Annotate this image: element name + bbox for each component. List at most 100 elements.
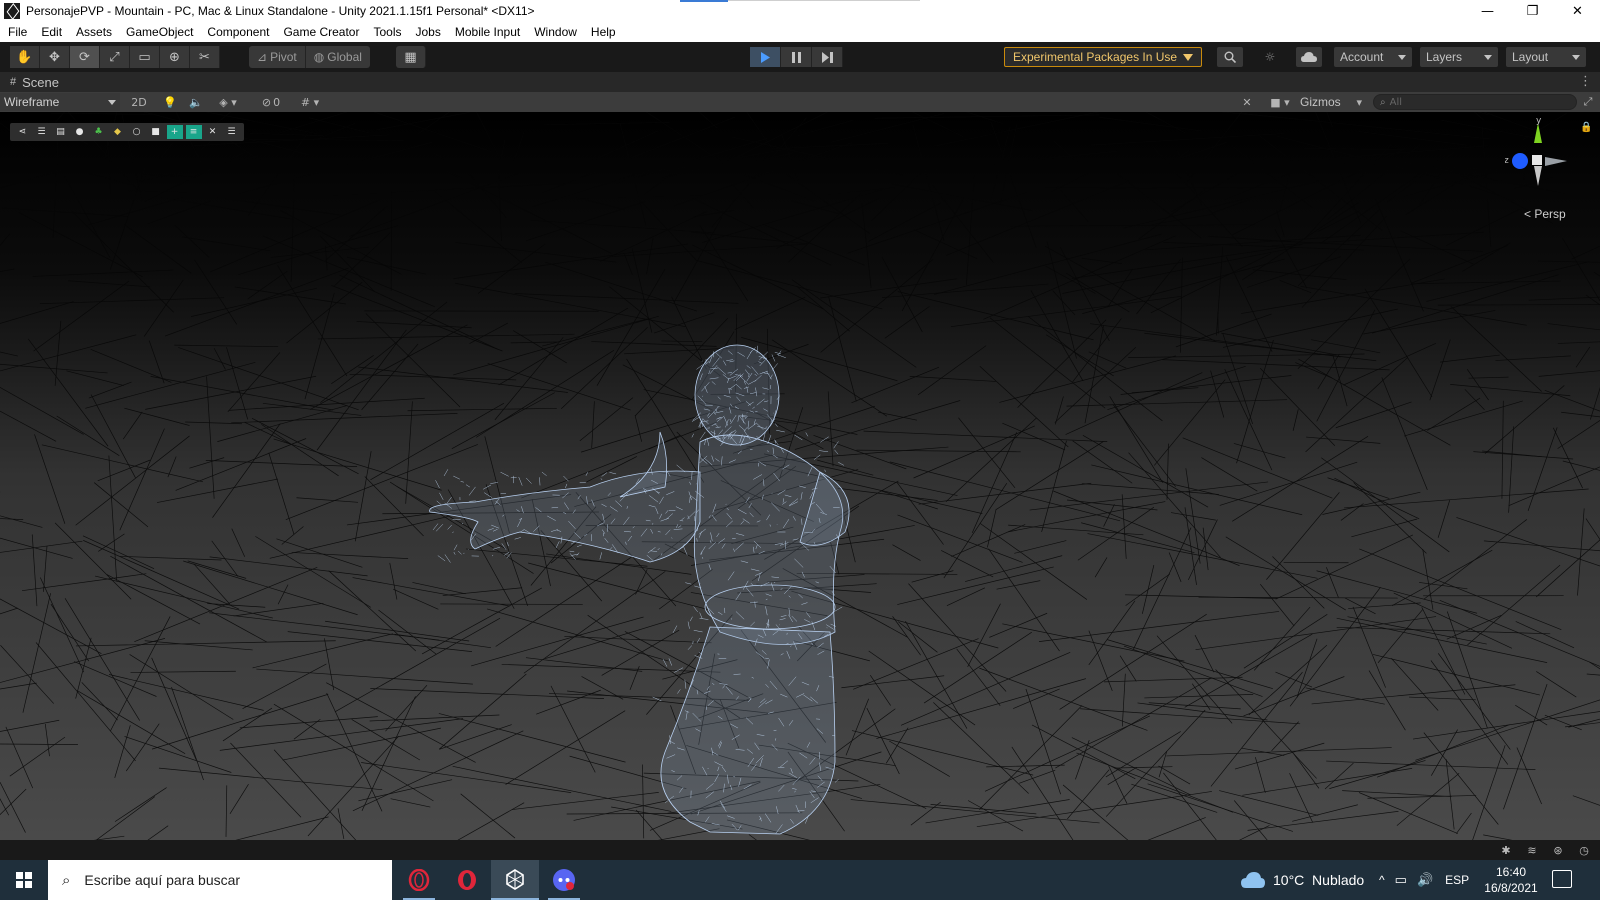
grid-snap-button[interactable]: ▦	[396, 46, 426, 68]
language-indicator[interactable]: ESP	[1445, 873, 1469, 887]
list-green-icon[interactable]: ≡	[185, 125, 202, 139]
lightbulb-icon: 💡	[163, 95, 177, 109]
rect-tool-button[interactable]: ▭	[130, 46, 160, 68]
account-dropdown[interactable]: Account	[1334, 47, 1412, 67]
gizmos-dropdown[interactable]: Gizmos ▾	[1300, 93, 1362, 111]
discord-app[interactable]	[540, 860, 588, 900]
opera-gx-app[interactable]	[395, 860, 443, 900]
play-button[interactable]	[750, 47, 781, 67]
mode-2d-toggle[interactable]: 2D	[127, 93, 151, 111]
discord-icon	[553, 869, 575, 891]
windows-logo-icon	[16, 872, 32, 888]
more-options-icon[interactable]: ⋮	[1579, 74, 1592, 89]
check-circle-icon[interactable]: ◷	[1575, 842, 1593, 858]
close-button[interactable]: ✕	[1555, 0, 1600, 22]
stack-icon[interactable]: ≋	[1523, 842, 1541, 858]
share-icon[interactable]: ⋖	[15, 125, 31, 139]
pivot-toggle[interactable]: ⊿ Pivot	[249, 46, 306, 68]
draw-mode-dropdown[interactable]: Wireframe	[0, 93, 120, 111]
start-button[interactable]	[0, 860, 48, 900]
rotate-tool-button[interactable]: ⟳	[70, 46, 100, 68]
person-icon[interactable]: ●	[72, 125, 88, 139]
audio-toggle[interactable]: 🔈	[187, 93, 205, 111]
main-toolbar: ✋ ✥ ⟳ ⤢ ▭ ⊕ ✂ ⊿ Pivot ◍ Global ▦ Experim…	[0, 42, 1600, 72]
hidden-objects-toggle[interactable]: ⊘ 0	[256, 93, 286, 111]
global-label: Global	[327, 50, 362, 64]
tag-icon[interactable]: ◆	[110, 125, 126, 139]
menu-gameobject[interactable]: GameObject	[126, 25, 193, 39]
lock-icon[interactable]: 🔒	[1580, 122, 1592, 133]
gizmo-neg-y-cone	[1534, 166, 1542, 186]
volume-icon[interactable]: 🔊	[1417, 872, 1433, 888]
menu-window[interactable]: Window	[534, 25, 577, 39]
pause-button[interactable]	[781, 47, 812, 67]
custom-tool-button[interactable]: ✂	[190, 46, 220, 68]
grid-visibility-dropdown[interactable]: # ▾	[291, 93, 329, 111]
add-object-icon[interactable]: +	[166, 125, 183, 139]
layers-stack-icon[interactable]: ☰	[34, 125, 50, 139]
minimize-button[interactable]: —	[1465, 0, 1510, 22]
camera-dropdown[interactable]: ■ ▾	[1265, 93, 1295, 111]
maximize-scene-button[interactable]: ⤢	[1580, 93, 1596, 111]
weather-widget[interactable]: 10°C Nublado	[1241, 860, 1364, 900]
chevron-down-icon	[1398, 54, 1406, 60]
step-button[interactable]	[812, 47, 843, 67]
opera-app[interactable]	[443, 860, 491, 900]
menu-assets[interactable]: Assets	[76, 25, 112, 39]
move-tool-button[interactable]: ✥	[40, 46, 70, 68]
gizmo-y-cone	[1534, 123, 1542, 143]
effects-dropdown[interactable]: ◈ ▾	[213, 93, 243, 111]
scene-tools-button[interactable]: ✕	[1238, 93, 1256, 111]
title-divider	[728, 0, 920, 1]
global-toggle[interactable]: ◍ Global	[305, 46, 370, 68]
taskbar-search-input[interactable]: ⌕ Escribe aquí para buscar	[48, 860, 392, 900]
persp-label[interactable]: < Persp	[1524, 207, 1566, 221]
network-icon[interactable]: ▭	[1395, 872, 1407, 888]
menu-file[interactable]: File	[8, 25, 27, 39]
restore-button[interactable]: ❐	[1510, 0, 1555, 22]
unity-logo-icon	[4, 3, 20, 19]
menu-component[interactable]: Component	[207, 25, 269, 39]
scale-tool-button[interactable]: ⤢	[100, 46, 130, 68]
globe-icon: ◍	[313, 50, 325, 64]
menu-icon[interactable]: ☰	[224, 125, 240, 139]
transform-tool-button[interactable]: ⊕	[160, 46, 190, 68]
notifications-icon[interactable]	[1552, 870, 1572, 888]
opera-icon	[458, 870, 476, 890]
close-icon[interactable]: ✕	[205, 125, 221, 139]
chevron-up-icon[interactable]: ^	[1379, 873, 1385, 887]
menu-mobile-input[interactable]: Mobile Input	[455, 25, 520, 39]
experimental-label: Experimental Packages In Use	[1013, 50, 1178, 64]
status-bar: ✱ ≋ ⊛ ◷	[0, 840, 1600, 860]
taskbar-clock[interactable]: 16:40 16/8/2021	[1480, 864, 1542, 896]
title-accent	[680, 0, 728, 2]
collab-button[interactable]: ☼	[1257, 47, 1283, 67]
bug-icon[interactable]: ✱	[1497, 842, 1515, 858]
tree-icon[interactable]: ♣	[91, 125, 107, 139]
tab-scene[interactable]: # Scene	[0, 75, 59, 90]
search-button[interactable]	[1217, 47, 1243, 67]
scene-search-input[interactable]: ⌕ All	[1373, 94, 1577, 110]
menu-jobs[interactable]: Jobs	[416, 25, 441, 39]
layout-dropdown[interactable]: Layout	[1506, 47, 1586, 67]
scene-viewport[interactable]: ⋖ ☰ ▤ ● ♣ ◆ ○ ■ + ≡ ✕ ☰ y z < Persp 🔒	[0, 112, 1600, 840]
layers-dropdown[interactable]: Layers	[1420, 47, 1498, 67]
menu-tools[interactable]: Tools	[373, 25, 401, 39]
lighting-toggle[interactable]: 💡	[161, 93, 179, 111]
grid-snap-group: ▦	[396, 46, 426, 68]
pause-icon	[791, 51, 801, 63]
scene-search-placeholder: All	[1389, 96, 1403, 108]
gizmo-x-cone	[1545, 157, 1567, 166]
network-icon[interactable]: ⊛	[1549, 842, 1567, 858]
experimental-packages-button[interactable]: Experimental Packages In Use	[1004, 47, 1203, 67]
cloud-button[interactable]	[1296, 47, 1322, 67]
hand-tool-button[interactable]: ✋	[10, 46, 40, 68]
grid-table-icon[interactable]: ▤	[53, 125, 69, 139]
menu-game-creator[interactable]: Game Creator	[283, 25, 359, 39]
menu-edit[interactable]: Edit	[41, 25, 62, 39]
clock-date: 16/8/2021	[1484, 881, 1538, 895]
circle-icon[interactable]: ○	[129, 125, 145, 139]
menu-help[interactable]: Help	[591, 25, 616, 39]
unity-app[interactable]	[491, 860, 539, 900]
video-camera-icon[interactable]: ■	[148, 125, 164, 139]
